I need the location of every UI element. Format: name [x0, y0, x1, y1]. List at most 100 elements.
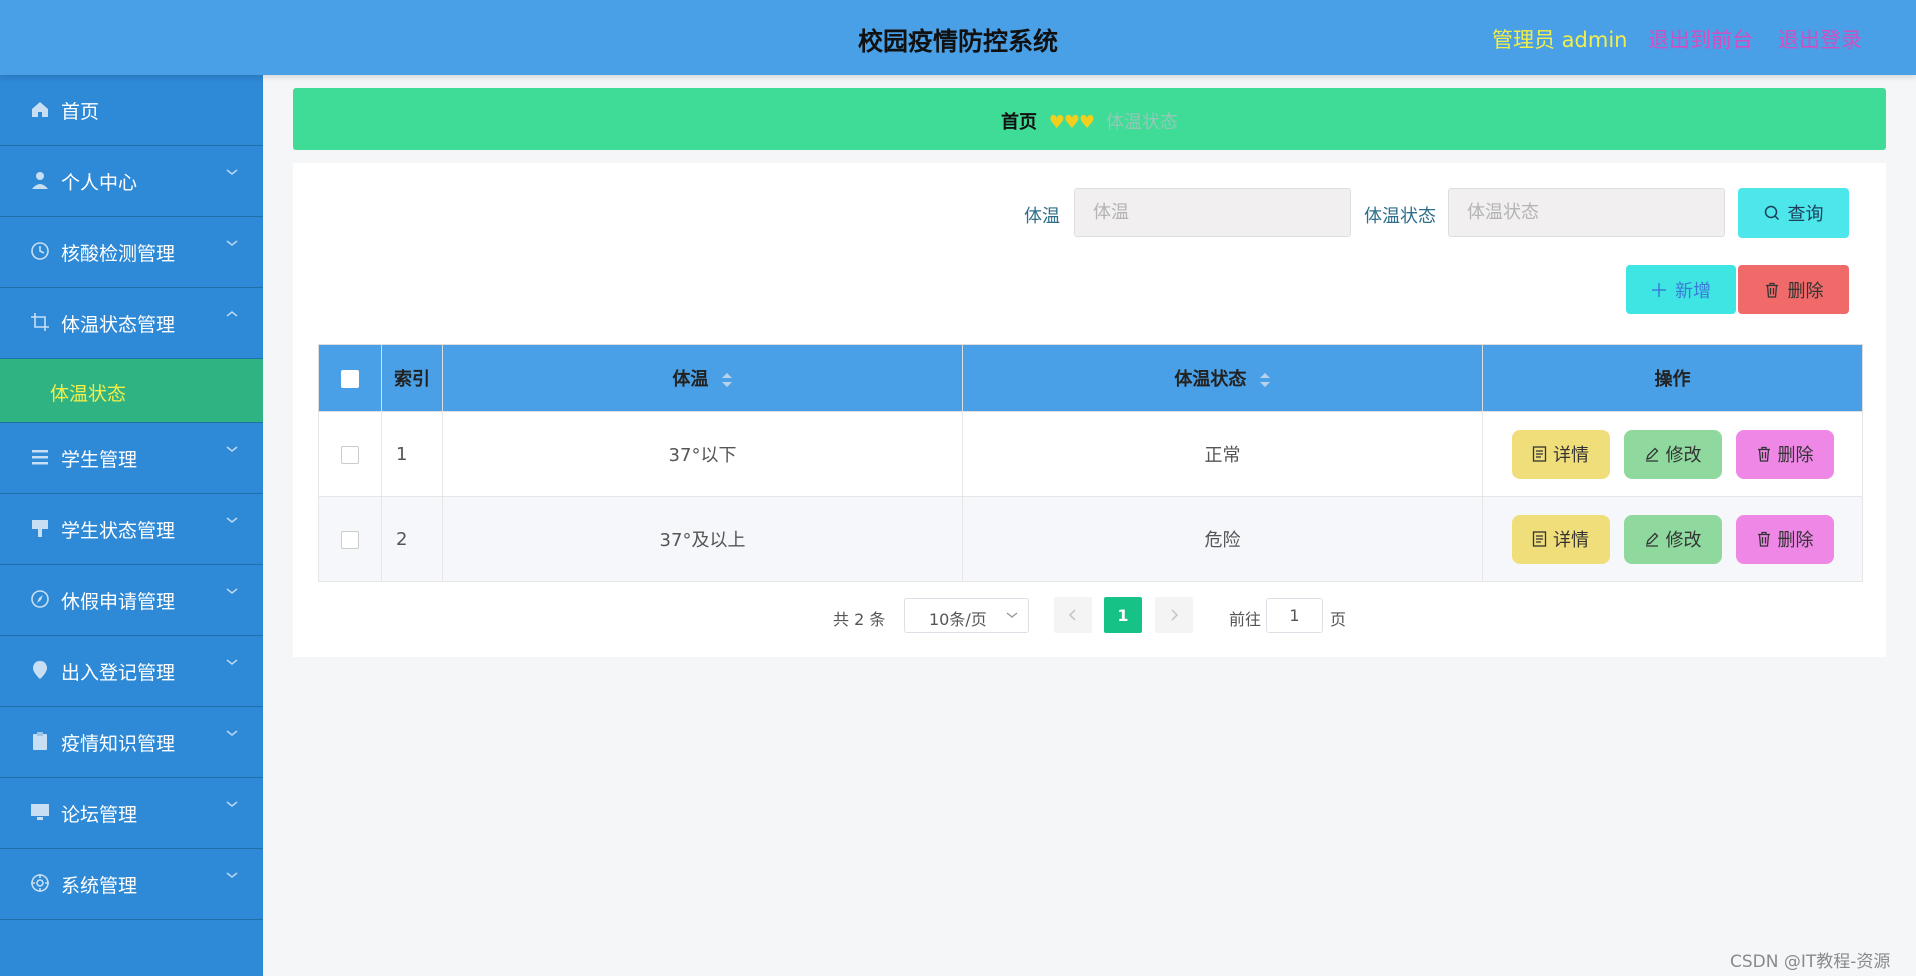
row-temperature: 37°及以上 — [442, 496, 963, 582]
table-header-row: 索引 体温 体温状态 操作 — [318, 344, 1863, 412]
sidebar-item-system[interactable]: 系统管理 — [0, 849, 263, 920]
chevron-down-icon — [226, 517, 238, 523]
sort-icon[interactable] — [721, 371, 733, 389]
sidebar-item-epidemic-knowledge[interactable]: 疫情知识管理 — [0, 707, 263, 778]
next-page-button[interactable] — [1155, 597, 1193, 633]
row-select-cell — [318, 496, 382, 582]
row-index: 2 — [381, 496, 443, 582]
column-header-label: 体温 — [672, 369, 709, 390]
top-bar: 校园疫情防控系统 管理员 admin 退出到前台 退出登录 — [0, 0, 1916, 75]
clipboard-icon — [33, 732, 47, 750]
add-button[interactable]: 新增 — [1626, 265, 1736, 314]
edit-button[interactable]: 修改 — [1623, 514, 1722, 564]
delete-button-label: 删除 — [1777, 530, 1814, 551]
edit-icon — [1645, 447, 1658, 462]
sidebar-item-label: 首页 — [61, 101, 100, 123]
exit-to-front-link[interactable]: 退出到前台 — [1648, 24, 1753, 54]
plus-icon — [1652, 282, 1666, 297]
gear-icon — [31, 874, 49, 892]
goto-label: 前往 — [1229, 610, 1262, 629]
sidebar-item-students[interactable]: 学生管理 — [0, 423, 263, 494]
batch-delete-button[interactable]: 删除 — [1738, 265, 1849, 314]
sidebar-item-label: 论坛管理 — [61, 804, 138, 826]
chevron-down-icon — [226, 240, 238, 246]
page-size-select[interactable]: 10条/页 — [904, 598, 1029, 633]
pagination-total: 共 2 条 — [833, 610, 886, 629]
chevron-down-icon — [1006, 612, 1018, 618]
status-search-input[interactable] — [1448, 188, 1725, 237]
trash-icon — [1757, 531, 1770, 547]
detail-button[interactable]: 详情 — [1511, 429, 1610, 479]
chevron-down-icon — [226, 801, 238, 807]
sidebar-item-label: 系统管理 — [61, 875, 138, 897]
delete-button[interactable]: 删除 — [1735, 429, 1834, 479]
sort-icon[interactable] — [1259, 371, 1271, 389]
chevron-down-icon — [226, 730, 238, 736]
trash-icon — [1757, 446, 1770, 462]
column-header-index: 索引 — [381, 344, 443, 412]
select-all-checkbox[interactable] — [341, 369, 359, 388]
admin-label: 管理员 admin — [1492, 28, 1628, 52]
row-checkbox[interactable] — [341, 445, 359, 464]
row-status: 正常 — [962, 411, 1483, 497]
compass-icon — [31, 590, 49, 608]
watermark: CSDN @IT教程-资源 — [1730, 952, 1891, 972]
data-table: 索引 体温 体温状态 操作 1 37°以下 正常 详情 修改 删除 2 37°及… — [318, 344, 1863, 582]
sidebar-item-personal-center[interactable]: 个人中心 — [0, 146, 263, 217]
sidebar-item-label: 出入登记管理 — [61, 662, 176, 684]
edit-button-label: 修改 — [1665, 445, 1702, 466]
page-number-button[interactable]: 1 — [1104, 597, 1142, 633]
crop-icon — [31, 313, 49, 331]
menu-icon — [32, 450, 48, 465]
sidebar-item-temperature-management[interactable]: 体温状态管理 — [0, 288, 263, 359]
sidebar-item-leave-application[interactable]: 休假申请管理 — [0, 565, 263, 636]
row-temperature: 37°以下 — [442, 411, 963, 497]
sidebar-item-label: 核酸检测管理 — [61, 243, 176, 265]
monitor-icon — [31, 804, 49, 820]
query-button[interactable]: 查询 — [1738, 188, 1849, 238]
prev-page-button[interactable] — [1054, 597, 1092, 633]
brush-icon — [32, 520, 48, 537]
sidebar-item-student-status[interactable]: 学生状态管理 — [0, 494, 263, 565]
clock-icon — [31, 242, 49, 260]
detail-button[interactable]: 详情 — [1511, 514, 1610, 564]
batch-delete-button-label: 删除 — [1787, 280, 1824, 302]
column-header-temperature[interactable]: 体温 — [442, 344, 963, 412]
sidebar-item-label: 疫情知识管理 — [61, 733, 176, 755]
location-icon — [33, 661, 47, 679]
goto-page-input[interactable] — [1266, 598, 1323, 633]
chevron-down-icon — [226, 446, 238, 452]
sidebar: 首页 个人中心 核酸检测管理 体温状态管理 体温状态 学生管理 学生状态管理 休… — [0, 75, 263, 976]
edit-button[interactable]: 修改 — [1623, 429, 1722, 479]
chevron-left-icon — [1068, 609, 1076, 621]
table-row: 1 37°以下 正常 详情 修改 删除 — [318, 411, 1863, 497]
page-size-value: 10条/页 — [929, 610, 987, 629]
sidebar-item-entry-registration[interactable]: 出入登记管理 — [0, 636, 263, 707]
delete-button-label: 删除 — [1777, 445, 1814, 466]
breadcrumb-home[interactable]: 首页 — [1001, 112, 1037, 133]
logout-link[interactable]: 退出登录 — [1778, 24, 1862, 54]
temperature-search-label: 体温 — [1024, 206, 1060, 227]
column-header-ops: 操作 — [1482, 344, 1863, 412]
chevron-down-icon — [226, 659, 238, 665]
sidebar-subitem-label: 体温状态 — [50, 383, 127, 405]
query-button-label: 查询 — [1787, 204, 1824, 225]
sidebar-item-label: 学生管理 — [61, 449, 138, 471]
document-icon — [1532, 531, 1547, 547]
chevron-down-icon — [226, 169, 238, 175]
sidebar-item-nucleic-test[interactable]: 核酸检测管理 — [0, 217, 263, 288]
row-select-cell — [318, 411, 382, 497]
chevron-up-icon — [226, 311, 238, 317]
sidebar-item-label: 体温状态管理 — [61, 314, 176, 336]
delete-button[interactable]: 删除 — [1735, 514, 1834, 564]
sidebar-item-home[interactable]: 首页 — [0, 75, 263, 146]
row-ops-cell: 详情 修改 删除 — [1482, 411, 1863, 497]
edit-button-label: 修改 — [1665, 530, 1702, 551]
sidebar-subitem-temperature-status[interactable]: 体温状态 — [0, 359, 263, 423]
column-header-status[interactable]: 体温状态 — [962, 344, 1483, 412]
sidebar-item-label: 个人中心 — [61, 172, 138, 194]
table-row: 2 37°及以上 危险 详情 修改 删除 — [318, 496, 1863, 582]
row-checkbox[interactable] — [341, 530, 359, 549]
sidebar-item-forum[interactable]: 论坛管理 — [0, 778, 263, 849]
temperature-search-input[interactable] — [1074, 188, 1351, 237]
